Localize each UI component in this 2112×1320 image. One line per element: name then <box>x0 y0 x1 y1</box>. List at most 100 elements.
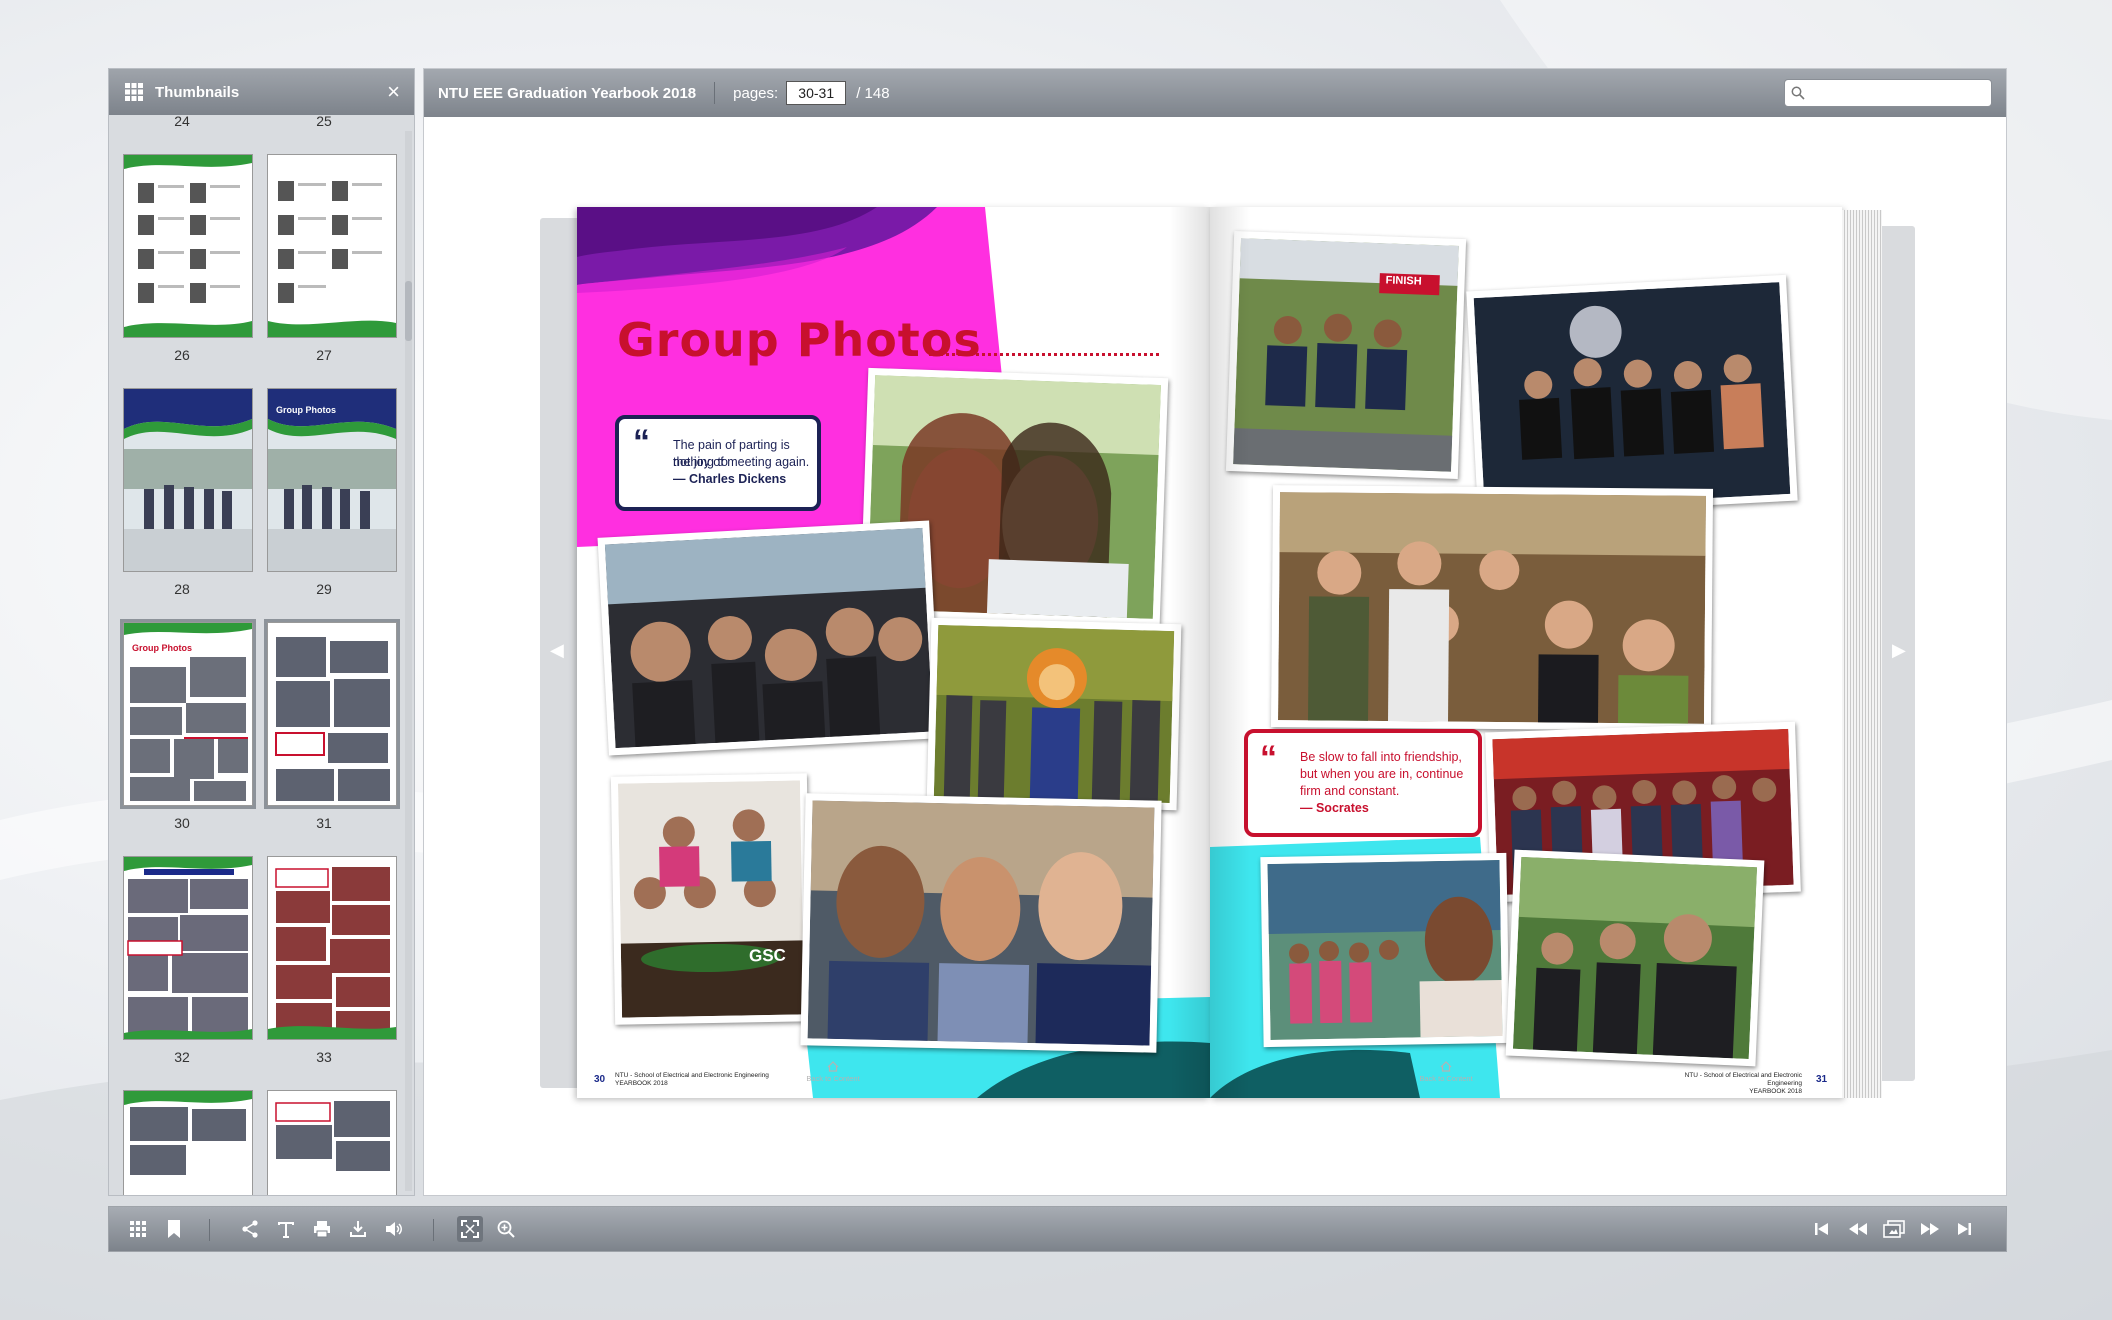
right-page[interactable]: FINISH “ Be slow to fall into friendship… <box>1210 207 1842 1098</box>
search-icon <box>1791 86 1805 100</box>
thumbnails-header: Thumbnails × <box>109 69 414 115</box>
previous-page-button[interactable] <box>1845 1216 1871 1242</box>
fullscreen-button[interactable] <box>457 1216 483 1242</box>
thumbnails-title: Thumbnails <box>155 83 240 101</box>
page-number-input[interactable] <box>786 81 847 105</box>
thumbnail-preview <box>124 389 252 571</box>
group-photo-mascot <box>926 617 1182 811</box>
group-photo-campus <box>1260 852 1510 1048</box>
previous-page-arrow[interactable]: ◀ <box>550 640 564 661</box>
thumbnail-page-31[interactable] <box>267 856 397 1040</box>
thumbnail-page-29[interactable] <box>264 619 400 809</box>
thumb-page-number: 29 <box>316 581 332 597</box>
quote-author: — Charles Dickens <box>673 472 787 486</box>
thumbnail-preview <box>268 389 396 571</box>
thumbnail-page-26[interactable] <box>123 388 253 572</box>
thumb-page-number: 32 <box>174 1049 190 1065</box>
thumbnails-panel: Thumbnails × 24 25 26 27 Group Photos 28… <box>108 68 415 1196</box>
fullscreen-icon <box>461 1220 479 1238</box>
thumbnail-page-27[interactable]: Group Photos <box>267 388 397 572</box>
quote-box-socrates: “ Be slow to fall into friendship, but w… <box>1244 729 1482 837</box>
group-photo-forest <box>1505 849 1765 1067</box>
close-icon[interactable]: × <box>387 81 400 103</box>
back-to-content-label: Back to Content <box>806 1074 860 1083</box>
thumb-page-number: 27 <box>316 347 332 363</box>
search-input[interactable] <box>1809 81 1991 105</box>
bottom-toolbar <box>108 1206 2007 1252</box>
thumb-page-number: 24 <box>174 115 190 129</box>
thumb-page-number: 28 <box>174 581 190 597</box>
download-button[interactable] <box>345 1216 371 1242</box>
thumbnails-button[interactable] <box>125 1216 151 1242</box>
group-photo-night <box>1466 274 1798 518</box>
page-number: 30 <box>594 1074 606 1085</box>
footer-school-line: YEARBOOK 2018 <box>1749 1088 1802 1095</box>
footer-school: NTU - School of Electrical and Electroni… <box>1652 1072 1802 1096</box>
text-icon <box>278 1222 294 1238</box>
last-page-icon <box>1958 1223 1971 1235</box>
quote-text: the joy of meeting again. <box>673 455 810 469</box>
thumbnail-preview <box>124 857 252 1039</box>
print-icon <box>314 1221 330 1238</box>
viewer-header: NTU EEE Graduation Yearbook 2018 pages: … <box>424 69 2006 117</box>
thumbnails-scrollbar[interactable] <box>405 131 412 1191</box>
scrollbar-thumb[interactable] <box>405 281 412 341</box>
sound-icon <box>386 1222 402 1236</box>
print-button[interactable] <box>309 1216 335 1242</box>
text-button[interactable] <box>273 1216 299 1242</box>
group-photo-finish: FINISH <box>1225 231 1467 479</box>
bookmark-button[interactable] <box>161 1216 187 1242</box>
thumbnail-page-30[interactable] <box>123 856 253 1040</box>
sound-button[interactable] <box>381 1216 407 1242</box>
header-divider <box>714 82 716 104</box>
thumbnails-list[interactable]: 24 25 26 27 Group Photos 28 29 Group Pho… <box>109 115 414 1195</box>
thumb-page-number: 30 <box>174 815 190 831</box>
thumbnail-preview <box>124 155 252 337</box>
footer-school: NTU - School of Electrical and Electroni… <box>615 1072 769 1088</box>
search-box[interactable] <box>1784 79 1992 107</box>
home-icon <box>827 1061 839 1072</box>
back-to-content-link[interactable]: Back to Content <box>1416 1061 1476 1083</box>
group-photo <box>597 520 941 756</box>
quote-text: Be slow to fall into friendship, <box>1300 750 1462 764</box>
group-photo: GSC <box>610 773 812 1025</box>
thumbnail-page-28[interactable]: Group Photos <box>120 619 256 809</box>
share-button[interactable] <box>237 1216 263 1242</box>
thumbnail-page-25[interactable] <box>267 154 397 338</box>
thumbnail-page-32[interactable] <box>123 1090 253 1195</box>
page-number: 31 <box>1816 1074 1828 1085</box>
zoom-in-icon <box>497 1220 515 1238</box>
page-view-button[interactable] <box>1881 1216 1907 1242</box>
next-page-arrow[interactable]: ▶ <box>1892 640 1906 661</box>
home-icon <box>1440 1061 1452 1072</box>
last-page-button[interactable] <box>1951 1216 1977 1242</box>
thumbnail-heading: Group Photos <box>276 405 336 415</box>
bookmark-icon <box>168 1220 180 1238</box>
footer-school-line: NTU - School of Electrical and Electroni… <box>1684 1072 1802 1087</box>
next-page-button[interactable] <box>1917 1216 1943 1242</box>
page-heading: Group Photos <box>617 313 982 367</box>
first-page-button[interactable] <box>1809 1216 1835 1242</box>
page-stack-edge <box>1842 210 1882 1098</box>
thumbnail-preview <box>268 867 396 1039</box>
pages-label: pages: <box>733 84 779 102</box>
book-title: NTU EEE Graduation Yearbook 2018 <box>438 84 697 102</box>
finish-sign: FINISH <box>1385 274 1422 288</box>
zoom-in-button[interactable] <box>493 1216 519 1242</box>
grid-icon <box>125 83 143 101</box>
left-page[interactable]: Group Photos “ The pain of parting is no… <box>577 207 1210 1098</box>
thumbnail-preview <box>275 637 390 801</box>
thumbnail-page-33[interactable] <box>267 1090 397 1195</box>
back-to-content-label: Back to Content <box>1419 1074 1473 1083</box>
thumbnail-preview <box>268 181 396 337</box>
thumbnail-preview <box>275 1101 390 1171</box>
back-to-content-link[interactable]: Back to Content <box>803 1061 863 1083</box>
first-page-icon <box>1815 1223 1828 1235</box>
quote-text: firm and constant. <box>1300 784 1400 798</box>
page-view-icon <box>1883 1220 1905 1238</box>
quote-author: — Socrates <box>1300 801 1369 815</box>
thumbnail-page-24[interactable] <box>123 154 253 338</box>
quote-text: but when you are in, continue <box>1300 767 1464 781</box>
thumb-page-number: 33 <box>316 1049 332 1065</box>
share-icon <box>242 1220 258 1238</box>
